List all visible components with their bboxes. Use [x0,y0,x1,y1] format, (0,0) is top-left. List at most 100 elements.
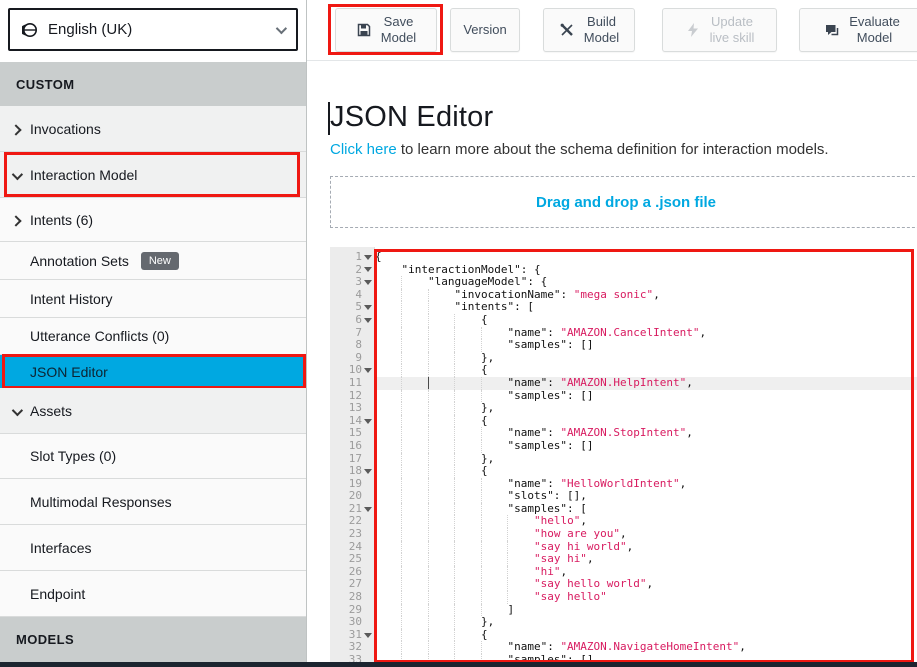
code-text: { [375,363,488,376]
gutter-line-4: 4 [330,289,374,302]
sidebar-item-label: Intent History [30,291,112,307]
language-selector-value: English (UK) [48,21,276,38]
sidebar-item-interaction-model[interactable]: Interaction Model [0,152,306,198]
line-number: 16 [349,440,362,453]
code-text: "name": "AMAZON.NavigateHomeIntent", [375,640,746,653]
button-label: Evaluate Model [849,14,900,45]
code-text: "name": "AMAZON.StopIntent", [375,426,693,439]
code-text: "say hello world", [375,577,653,590]
text-cursor [428,377,430,389]
gutter-line-5[interactable]: 5 [330,301,374,314]
sidebar-item-intents[interactable]: Intents (6) [0,198,306,242]
sidebar-item-slot-types[interactable]: Slot Types (0) [0,434,306,479]
fold-arrow-icon[interactable] [362,280,374,285]
line-number: 23 [349,528,362,541]
gutter-line-20: 20 [330,490,374,503]
code-text: }, [375,452,494,465]
line-number: 3 [355,276,362,289]
code-text: "say hi", [375,552,594,565]
gutter-line-1[interactable]: 1 [330,251,374,264]
json-editor-page: JSON Editor Click here to learn more abo… [307,61,917,667]
dropzone-label: Drag and drop a .json file [536,194,716,211]
button-label: Version [463,22,506,38]
editor-code-area[interactable]: { "interactionModel": { "languageModel":… [375,247,917,667]
schema-help-text: Click here to learn more about the schem… [330,141,829,158]
new-badge: New [141,252,179,270]
sidebar: English (UK) CUSTOMInvocations Interactio… [0,0,307,667]
code-text: "name": "HelloWorldIntent", [375,477,686,490]
toolbar: Save Model Version Build Model Update live … [307,0,917,61]
button-label: Build Model [584,14,619,45]
json-dropzone[interactable]: Drag and drop a .json file [330,176,917,228]
sidebar-item-utterance-conflicts[interactable]: Utterance Conflicts (0) [0,318,306,355]
save-button[interactable]: Save Model [335,8,437,52]
sidebar-item-invocations[interactable]: Invocations [0,106,306,152]
gutter-line-2[interactable]: 2 [330,264,374,277]
sidebar-item-json-editor[interactable]: JSON Editor [0,355,306,388]
chevron-down-icon [276,21,284,39]
globe-icon [22,22,38,38]
sidebar-item-interfaces[interactable]: Interfaces [0,525,306,571]
gutter-line-18[interactable]: 18 [330,465,374,478]
sidebar-item-intent-history[interactable]: Intent History [0,280,306,318]
code-text: "hi", [375,565,567,578]
fold-arrow-icon[interactable] [362,419,374,424]
sidebar-item-assets[interactable]: Assets [0,388,306,434]
line-number: 20 [349,490,362,503]
gutter-line-23: 23 [330,528,374,541]
fold-arrow-icon[interactable] [362,255,374,260]
gutter-line-30: 30 [330,616,374,629]
fold-arrow-icon[interactable] [362,469,374,474]
sidebar-item-label: Intents (6) [30,212,93,228]
schema-help-rest: to learn more about the schema definitio… [397,141,829,158]
fold-arrow-icon[interactable] [362,368,374,373]
gutter-line-3[interactable]: 3 [330,276,374,289]
line-number: 13 [349,402,362,415]
version-button[interactable]: Version [450,8,520,52]
sidebar-item-label: Utterance Conflicts (0) [30,328,169,344]
code-text: }, [375,401,494,414]
gutter-line-13: 13 [330,402,374,415]
button-label: Update live skill [710,14,755,45]
line-number: 8 [355,339,362,352]
fold-arrow-icon[interactable] [362,318,374,323]
code-text: { [375,414,488,427]
code-text: "invocationName": "mega sonic", [375,288,660,301]
sidebar-item-label: Interaction Model [30,167,137,183]
code-text: }, [375,615,494,628]
evaluate-button[interactable]: Evaluate Model [799,8,917,52]
section-header-custom: CUSTOM [0,62,306,106]
language-selector[interactable]: English (UK) [8,8,298,51]
code-text: "name": "AMAZON.HelpIntent", [375,376,693,389]
fold-arrow-icon[interactable] [362,267,374,272]
sidebar-item-annotation-sets[interactable]: Annotation SetsNew [0,242,306,280]
sidebar-item-label: Endpoint [30,586,85,602]
sidebar-item-endpoint[interactable]: Endpoint [0,571,306,617]
code-text: "interactionModel": { [375,263,541,276]
fold-arrow-icon[interactable] [362,507,374,512]
line-number: 25 [349,553,362,566]
line-number: 1 [355,251,362,264]
code-text: { [375,464,488,477]
fold-arrow-icon[interactable] [362,633,374,638]
chevron-down-icon [12,403,20,419]
code-editor[interactable]: 1234567891011121314151617181920212223242… [330,247,917,667]
build-icon [559,22,575,38]
gutter-line-6[interactable]: 6 [330,314,374,327]
code-text: }, [375,351,494,364]
main-panel: Save Model Version Build Model Update live … [307,0,917,667]
line-number: 18 [349,465,362,478]
sidebar-item-label: Slot Types (0) [30,448,116,464]
build-button[interactable]: Build Model [543,8,635,52]
sidebar-item-multimodal-responses[interactable]: Multimodal Responses [0,479,306,525]
gutter-line-7: 7 [330,327,374,340]
chevron-down-icon [12,167,20,183]
code-text: "say hello" [375,590,607,603]
click-here-link[interactable]: Click here [330,141,397,158]
page-title: JSON Editor [330,101,493,134]
update-button: Update live skill [662,8,777,52]
fold-arrow-icon[interactable] [362,305,374,310]
code-text: "intents": [ [375,300,534,313]
code-text: "name": "AMAZON.CancelIntent", [375,326,706,339]
section-header-models: MODELS [0,617,306,662]
